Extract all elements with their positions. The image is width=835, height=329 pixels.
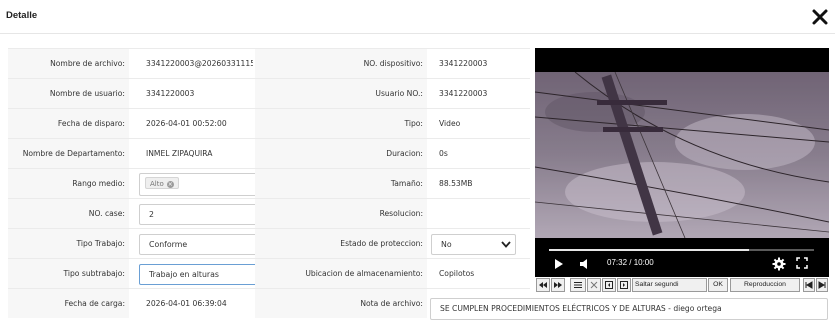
settings-gear-icon[interactable]	[772, 257, 786, 271]
ok-button[interactable]: OK	[708, 278, 728, 292]
form-row: Nombre de usuario: 3341220003 Usuario NO…	[8, 78, 530, 108]
subwork-type-label: Tipo subtrabajo:	[8, 259, 129, 288]
device-no-label: NO. dispositivo:	[255, 49, 427, 78]
protection-state-value: No	[441, 240, 452, 249]
form-row: Rango medio: Alto × Tamaño: 88.53MB	[8, 168, 530, 198]
case-no-label: NO. case:	[8, 199, 129, 228]
work-type-value: Conforme	[149, 240, 188, 249]
department-label: Nombre de Departamento:	[8, 139, 129, 168]
chevron-down-icon	[501, 241, 511, 248]
work-type-label: Tipo Trabajo:	[8, 229, 129, 258]
frame-forward-icon[interactable]	[617, 278, 631, 292]
video-frame	[535, 72, 829, 238]
duration-value: 0s	[439, 149, 448, 158]
prev-segment-icon[interactable]	[803, 278, 815, 292]
rewind-icon[interactable]	[536, 278, 550, 292]
remove-tag-icon[interactable]: ×	[166, 181, 174, 188]
frame-back-icon[interactable]	[602, 278, 616, 292]
form-row: Nombre de archivo: 3341220003@2026033111…	[8, 48, 530, 78]
resolution-value	[430, 199, 528, 228]
resolution-label: Resolucion:	[255, 199, 427, 228]
file-name-label: Nombre de archivo:	[8, 49, 129, 78]
video-player[interactable]: 07:32 / 10:00	[535, 48, 829, 277]
form-row: NO. case: 2 Resolucion:	[8, 198, 530, 228]
type-label: Tipo:	[255, 109, 427, 138]
fullscreen-icon[interactable]	[796, 257, 808, 271]
user-name-label: Nombre de usuario:	[8, 79, 129, 108]
file-name-value: 3341220003@20260331115:	[146, 59, 253, 68]
media-range-label: Rango medio:	[8, 169, 129, 198]
file-note-input[interactable]: SE CUMPLEN PROCEDIMIENTOS ELÉCTRICOS Y D…	[430, 298, 828, 320]
protection-state-label: Estado de proteccion:	[255, 229, 427, 258]
size-label: Tamaño:	[255, 169, 427, 198]
file-note-label: Nota de archivo:	[255, 289, 427, 318]
form-row: Fecha de disparo: 2026-04-01 00:52:00 Ti…	[8, 108, 530, 138]
close-icon[interactable]	[811, 8, 829, 26]
subwork-type-value: Trabajo en alturas	[149, 270, 219, 279]
trigger-date-value: 2026-04-01 00:52:00	[146, 119, 227, 128]
upload-date-value: 2026-04-01 06:39:04	[146, 299, 227, 308]
dialog-header: Detalle	[0, 0, 835, 34]
duration-label: Duracion:	[255, 139, 427, 168]
user-no-label: Usuario NO.:	[255, 79, 427, 108]
trigger-date-label: Fecha de disparo:	[8, 109, 129, 138]
volume-icon[interactable]	[578, 257, 590, 271]
player-toolbar: Saltar segundi OK Reproduccion	[535, 277, 829, 293]
form-row: Tipo subtrabajo: Trabajo en alturas Ubic…	[8, 258, 530, 288]
fast-forward-icon[interactable]	[551, 278, 565, 292]
form-row: Nombre de Departamento: INMEL ZIPAQUIRA …	[8, 138, 530, 168]
detail-form: Nombre de archivo: 3341220003@2026033111…	[8, 48, 530, 325]
dialog-title: Detalle	[6, 10, 38, 21]
skip-seconds-input[interactable]: Saltar segundi	[632, 278, 707, 292]
storage-location-value: Copilotos	[439, 269, 475, 278]
device-no-value: 3341220003	[439, 59, 488, 68]
upload-date-label: Fecha de carga:	[8, 289, 129, 318]
protection-state-select[interactable]: No	[431, 234, 516, 255]
user-name-value: 3341220003	[146, 89, 195, 98]
cut-icon[interactable]	[587, 278, 601, 292]
play-icon[interactable]	[553, 257, 565, 271]
video-time: 07:32 / 10:00	[607, 258, 654, 267]
department-value: INMEL ZIPAQUIRA	[146, 149, 213, 158]
type-value: Video	[439, 119, 461, 128]
playback-button[interactable]: Reproduccion	[730, 278, 800, 292]
list-icon[interactable]	[570, 278, 586, 292]
size-value: 88.53MB	[439, 179, 473, 188]
media-range-tag: Alto ×	[145, 177, 179, 189]
storage-location-label: Ubicacion de almacenamiento:	[255, 259, 427, 288]
video-progress-bar[interactable]	[549, 249, 814, 251]
next-segment-icon[interactable]	[816, 278, 828, 292]
user-no-value: 3341220003	[439, 89, 488, 98]
form-row: Tipo Trabajo: Conforme Estado de protecc…	[8, 228, 530, 258]
video-progress-fill	[549, 249, 749, 251]
